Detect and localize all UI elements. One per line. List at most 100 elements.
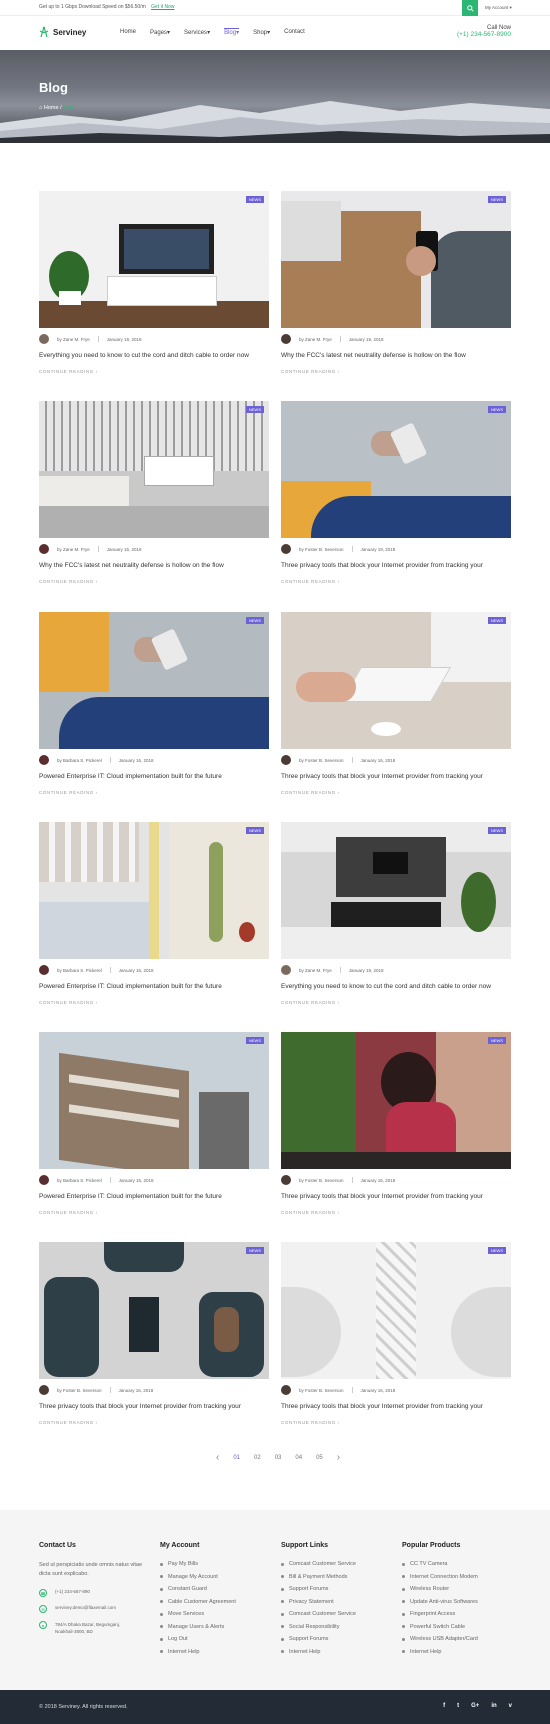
footer-link[interactable]: Log Out <box>160 1636 236 1642</box>
post-author[interactable]: by Barbara S. Pickerel <box>57 1178 102 1183</box>
continue-reading-link[interactable]: CONTINUE READING › <box>281 1420 340 1425</box>
continue-reading-link[interactable]: CONTINUE READING › <box>281 1210 340 1215</box>
footer-link[interactable]: Support Forums <box>281 1636 356 1642</box>
footer-link[interactable]: Internet Help <box>402 1649 478 1655</box>
page-link[interactable]: 03 <box>275 1455 282 1461</box>
nav-item-shop[interactable]: Shop▾ <box>253 29 270 36</box>
post-author[interactable]: by Zane M. Frye <box>57 337 90 342</box>
facebook-icon[interactable]: f <box>443 1703 445 1709</box>
post-image[interactable]: NEWS <box>281 1032 511 1169</box>
post-category-badge[interactable]: NEWS <box>488 406 506 413</box>
footer-link[interactable]: Fingerprint Access <box>402 1611 478 1617</box>
footer-link[interactable]: Comcast Customer Service <box>281 1561 356 1567</box>
post-image[interactable]: NEWS <box>281 401 511 538</box>
post-category-badge[interactable]: NEWS <box>246 1247 264 1254</box>
post-category-badge[interactable]: NEWS <box>246 196 264 203</box>
post-title[interactable]: Three privacy tools that block your Inte… <box>281 1193 511 1200</box>
nav-item-home[interactable]: Home <box>120 29 136 36</box>
post-image[interactable]: NEWS <box>281 191 511 328</box>
continue-reading-link[interactable]: CONTINUE READING › <box>281 1000 340 1005</box>
footer-link[interactable]: Bill & Payment Methods <box>281 1574 356 1580</box>
footer-link[interactable]: Wireless USB Adapter/Card <box>402 1636 478 1642</box>
post-image[interactable]: NEWS <box>281 822 511 959</box>
footer-link[interactable]: Manage My Account <box>160 1574 236 1580</box>
post-title[interactable]: Powered Enterprise IT: Cloud implementat… <box>39 983 269 990</box>
footer-link[interactable]: Manage Users & Alerts <box>160 1624 236 1630</box>
promo-link[interactable]: Get it Now <box>151 4 174 10</box>
footer-link[interactable]: Powerful Switch Cable <box>402 1624 478 1630</box>
continue-reading-link[interactable]: CONTINUE READING › <box>281 579 340 584</box>
post-author[interactable]: by Barbara S. Pickerel <box>57 758 102 763</box>
post-category-badge[interactable]: NEWS <box>488 827 506 834</box>
post-title[interactable]: Why the FCC's latest net neutrality defe… <box>39 562 269 569</box>
post-author[interactable]: by Foster B. Severson <box>57 1388 102 1393</box>
vimeo-icon[interactable]: v <box>509 1703 512 1709</box>
footer-link[interactable]: Update Anti-virus Softwares <box>402 1599 478 1605</box>
post-category-badge[interactable]: NEWS <box>246 1037 264 1044</box>
footer-link[interactable]: Privacy Statement <box>281 1599 356 1605</box>
nav-item-pages[interactable]: Pages▾ <box>150 29 170 36</box>
call-now-number[interactable]: (+1) 234-567-8900 <box>457 31 511 38</box>
post-author[interactable]: by Foster B. Severson <box>299 758 344 763</box>
page-link[interactable]: 05 <box>316 1455 323 1461</box>
post-title[interactable]: Three privacy tools that block your Inte… <box>39 1403 269 1410</box>
continue-reading-link[interactable]: CONTINUE READING › <box>39 790 98 795</box>
post-image[interactable]: NEWS <box>39 612 269 749</box>
continue-reading-link[interactable]: CONTINUE READING › <box>281 369 340 374</box>
post-author[interactable]: by Zane M. Frye <box>299 968 332 973</box>
post-title[interactable]: Three privacy tools that block your Inte… <box>281 773 511 780</box>
footer-link[interactable]: Social Responsibility <box>281 1624 356 1630</box>
chevron-left-icon[interactable]: ‹ <box>216 1452 219 1463</box>
post-category-badge[interactable]: NEWS <box>246 617 264 624</box>
post-image[interactable]: NEWS <box>39 1242 269 1379</box>
contact-email[interactable]: ✉ serviney.demo@flaxemail.com <box>39 1605 144 1613</box>
my-account-menu[interactable]: My Account ▾ <box>485 5 512 11</box>
continue-reading-link[interactable]: CONTINUE READING › <box>39 579 98 584</box>
contact-phone[interactable]: ☎ (+1) 234-567-890 <box>39 1589 144 1597</box>
footer-link[interactable]: Move Services <box>160 1611 236 1617</box>
post-author[interactable]: by Barbara S. Pickerel <box>57 968 102 973</box>
post-title[interactable]: Powered Enterprise IT: Cloud implementat… <box>39 773 269 780</box>
post-category-badge[interactable]: NEWS <box>246 406 264 413</box>
nav-item-contact[interactable]: Contact <box>284 29 305 36</box>
continue-reading-link[interactable]: CONTINUE READING › <box>39 1210 98 1215</box>
footer-link[interactable]: Wireless Router <box>402 1586 478 1592</box>
brand-logo[interactable]: Serviney <box>38 26 86 38</box>
page-link[interactable]: 02 <box>254 1455 261 1461</box>
post-author[interactable]: by Zane M. Frye <box>57 547 90 552</box>
footer-link[interactable]: CC TV Camera <box>402 1561 478 1567</box>
footer-link[interactable]: Comcast Customer Service <box>281 1611 356 1617</box>
post-image[interactable]: NEWS <box>39 1032 269 1169</box>
post-title[interactable]: Everything you need to know to cut the c… <box>281 983 511 990</box>
post-title[interactable]: Three privacy tools that block your Inte… <box>281 1403 511 1410</box>
page-link[interactable]: 01 <box>233 1455 240 1461</box>
footer-link[interactable]: Constant Guard <box>160 1586 236 1592</box>
nav-item-blog[interactable]: Blog▾ <box>224 28 240 36</box>
post-image[interactable]: NEWS <box>39 191 269 328</box>
continue-reading-link[interactable]: CONTINUE READING › <box>281 790 340 795</box>
post-author[interactable]: by Foster B. Severson <box>299 1388 344 1393</box>
post-title[interactable]: Powered Enterprise IT: Cloud implementat… <box>39 1193 269 1200</box>
continue-reading-link[interactable]: CONTINUE READING › <box>39 1000 98 1005</box>
continue-reading-link[interactable]: CONTINUE READING › <box>39 369 98 374</box>
chevron-right-icon[interactable]: › <box>337 1452 340 1463</box>
post-image[interactable]: NEWS <box>281 1242 511 1379</box>
footer-link[interactable]: Pay My Bills <box>160 1561 236 1567</box>
post-category-badge[interactable]: NEWS <box>488 1247 506 1254</box>
footer-link[interactable]: Internet Help <box>160 1649 236 1655</box>
post-image[interactable]: NEWS <box>39 822 269 959</box>
continue-reading-link[interactable]: CONTINUE READING › <box>39 1420 98 1425</box>
post-image[interactable]: NEWS <box>39 401 269 538</box>
post-author[interactable]: by Zane M. Frye <box>299 337 332 342</box>
page-link[interactable]: 04 <box>295 1455 302 1461</box>
post-author[interactable]: by Foster B. Severson <box>299 547 344 552</box>
footer-link[interactable]: Support Forums <box>281 1586 356 1592</box>
search-button[interactable] <box>462 0 478 16</box>
twitter-icon[interactable]: t <box>457 1703 459 1709</box>
post-image[interactable]: NEWS <box>281 612 511 749</box>
post-category-badge[interactable]: NEWS <box>488 617 506 624</box>
footer-link[interactable]: Cable Customer Agreement <box>160 1599 236 1605</box>
post-title[interactable]: Everything you need to know to cut the c… <box>39 352 269 359</box>
post-category-badge[interactable]: NEWS <box>488 1037 506 1044</box>
linkedin-icon[interactable]: in <box>491 1703 496 1709</box>
